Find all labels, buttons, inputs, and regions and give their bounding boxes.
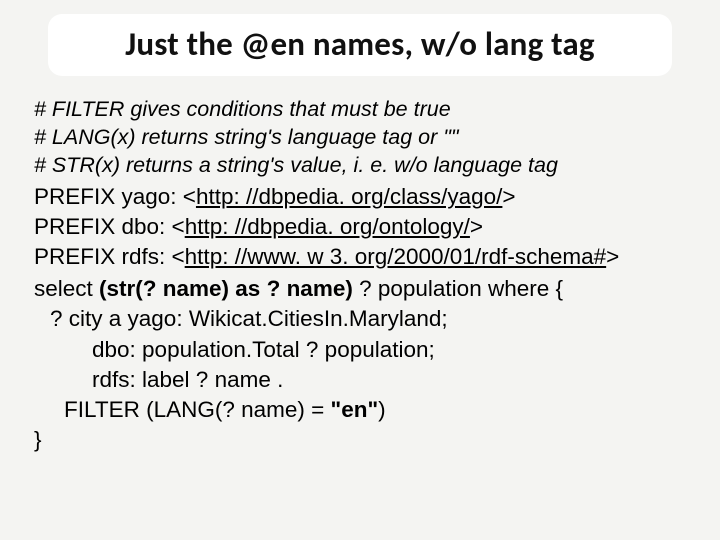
query-line-label: rdfs: label ? name . — [34, 365, 692, 395]
prefix-yago-post: > — [502, 184, 515, 209]
title-box: Just the @en names, w/o lang tag — [48, 14, 672, 76]
prefix-yago-url[interactable]: http: //dbpedia. org/class/yago/ — [196, 184, 502, 209]
query-line-population: dbo: population.Total ? population; — [34, 335, 692, 365]
filter-pre: FILTER (LANG(? name) = — [64, 397, 331, 422]
prefix-yago-pre: PREFIX yago: < — [34, 184, 196, 209]
filter-line: FILTER (LANG(? name) = "en") — [34, 395, 692, 425]
query-line-city: ? city a yago: Wikicat.CitiesIn.Maryland… — [34, 304, 692, 334]
comment-line-1: # FILTER gives conditions that must be t… — [34, 96, 692, 124]
prefix-dbo-post: > — [470, 214, 483, 239]
comment-line-2: # LANG(x) returns string's language tag … — [34, 124, 692, 152]
prefix-rdfs: PREFIX rdfs: <http: //www. w 3. org/2000… — [34, 242, 692, 272]
prefix-rdfs-post: > — [606, 244, 619, 269]
prefix-dbo-pre: PREFIX dbo: < — [34, 214, 185, 239]
prefix-rdfs-pre: PREFIX rdfs: < — [34, 244, 185, 269]
select-post: ? population where { — [353, 276, 563, 301]
prefix-rdfs-url[interactable]: http: //www. w 3. org/2000/01/rdf-schema… — [185, 244, 606, 269]
select-line: select (str(? name) as ? name) ? populat… — [34, 274, 692, 304]
prefix-dbo-url[interactable]: http: //dbpedia. org/ontology/ — [185, 214, 470, 239]
comment-line-3: # STR(x) returns a string's value, i. e.… — [34, 152, 692, 180]
prefix-dbo: PREFIX dbo: <http: //dbpedia. org/ontolo… — [34, 212, 692, 242]
slide-title: Just the @en names, w/o lang tag — [58, 24, 662, 64]
select-pre: select — [34, 276, 99, 301]
slide: Just the @en names, w/o lang tag # FILTE… — [0, 0, 720, 540]
filter-post: ) — [378, 397, 386, 422]
slide-body: # FILTER gives conditions that must be t… — [34, 96, 692, 455]
filter-bold: "en" — [331, 397, 379, 422]
query-close-brace: } — [34, 425, 692, 455]
prefix-yago: PREFIX yago: <http: //dbpedia. org/class… — [34, 182, 692, 212]
select-bold: (str(? name) as ? name) — [99, 276, 353, 301]
